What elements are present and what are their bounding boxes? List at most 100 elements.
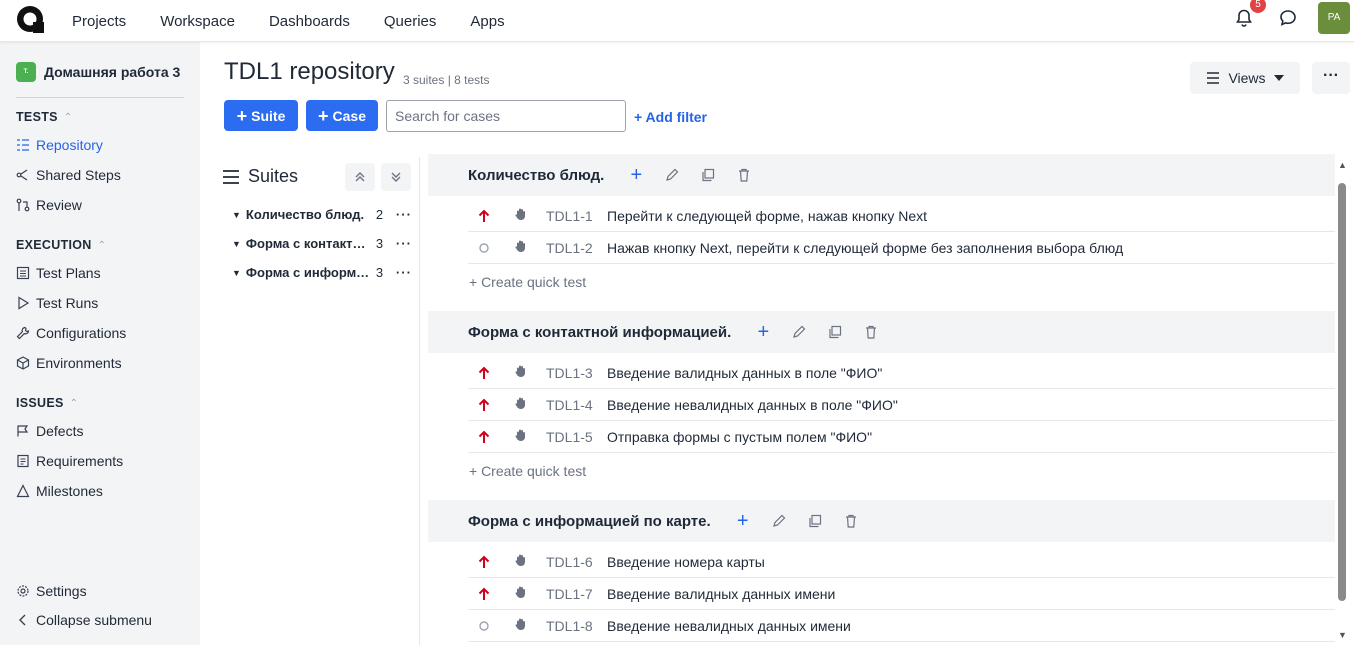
execution-section-header[interactable]: EXECUTION ⌃ (16, 238, 106, 252)
suite-tree-item[interactable]: ▼ Количество блюд. 2 ··· (232, 207, 412, 222)
project-name: Домашняя работа 3 (44, 64, 181, 80)
hand-icon (504, 364, 546, 381)
case-id: TDL1-6 (546, 553, 593, 570)
avatar[interactable]: PA (1318, 2, 1350, 34)
top-bar: Projects Workspace Dashboards Queries Ap… (0, 0, 1354, 42)
suite-name: Форма с контактной информацией. (468, 323, 732, 341)
suite-header: Форма с информацией по карте. + (428, 500, 1335, 542)
scroll-down-arrow[interactable]: ▼ (1338, 630, 1347, 640)
search-input[interactable] (386, 100, 626, 132)
sidebar-item-milestones[interactable]: Milestones (16, 483, 103, 499)
sidebar-item-requirements[interactable]: Requirements (16, 453, 123, 469)
sidebar-item-shared-steps[interactable]: Shared Steps (16, 167, 121, 183)
sidebar-item-test-runs[interactable]: Test Runs (16, 295, 98, 311)
sidebar-item-label: Test Runs (36, 295, 99, 311)
menu-icon (223, 169, 239, 184)
trash-icon[interactable] (853, 322, 889, 342)
panel-divider (419, 157, 420, 645)
case-row[interactable]: TDL1-6 Введение номера карты (468, 546, 1335, 578)
sidebar-item-settings[interactable]: Settings (16, 583, 87, 599)
case-row[interactable]: TDL1-4 Введение невалидных данных в поле… (468, 389, 1335, 421)
nav-apps[interactable]: Apps (470, 13, 504, 30)
case-row[interactable]: TDL1-7 Введение валидных данных имени (468, 578, 1335, 610)
sidebar-item-label: Requirements (36, 453, 124, 469)
hand-icon (504, 553, 546, 570)
sidebar-item-label: Configurations (36, 325, 127, 341)
expand-all-button[interactable] (381, 163, 411, 191)
sidebar-item-label: Collapse submenu (36, 612, 152, 628)
more-icon[interactable]: ··· (396, 265, 412, 280)
case-title: Введение валидных данных в поле "ФИО" (607, 364, 883, 381)
sidebar-item-configurations[interactable]: Configurations (16, 325, 126, 341)
chat-icon[interactable] (1278, 8, 1298, 28)
edit-icon[interactable] (654, 165, 690, 185)
create-quick-test-link[interactable]: + Create quick test (469, 463, 586, 479)
copy-icon[interactable] (690, 165, 726, 185)
sidebar-item-test-plans[interactable]: Test Plans (16, 265, 101, 281)
hand-icon (504, 207, 546, 224)
more-icon[interactable]: ··· (396, 207, 412, 222)
case-row[interactable]: TDL1-2 Нажав кнопку Next, перейти к след… (468, 232, 1335, 264)
sidebar-item-label: Settings (36, 583, 87, 599)
case-id: TDL1-4 (546, 396, 593, 413)
add-suite-button[interactable]: + Suite (224, 100, 298, 131)
suite-tree-item[interactable]: ▼ Форма с контактной информацией. 3 ··· (232, 236, 412, 251)
requirements-icon (17, 454, 29, 468)
case-id: TDL1-3 (546, 364, 593, 381)
add-filter-link[interactable]: + Add filter (634, 109, 707, 125)
add-case-icon[interactable]: + (725, 510, 761, 532)
create-quick-test-link[interactable]: + Create quick test (469, 274, 586, 290)
caret-down-icon[interactable]: ▼ (232, 239, 241, 249)
views-button[interactable]: Views (1190, 62, 1300, 94)
scrollbar-thumb[interactable] (1338, 183, 1346, 601)
nav-dashboards[interactable]: Dashboards (269, 13, 350, 30)
bell-icon[interactable] (1234, 8, 1254, 28)
case-title: Перейти к следующей форме, нажав кнопку … (607, 207, 928, 224)
add-suite-label: Suite (251, 107, 286, 124)
copy-icon[interactable] (797, 511, 833, 531)
nav-projects[interactable]: Projects (72, 13, 126, 30)
add-case-icon[interactable]: + (618, 164, 654, 186)
nav-queries[interactable]: Queries (384, 13, 437, 30)
edit-icon[interactable] (781, 322, 817, 342)
scroll-up-arrow[interactable]: ▲ (1338, 160, 1347, 170)
suites-panel-header: Suites (222, 166, 298, 187)
nav-workspace[interactable]: Workspace (160, 13, 235, 30)
project-selector[interactable]: T. Домашняя работа 3 (16, 62, 180, 82)
tests-section-header[interactable]: TESTS ⌃ (16, 110, 72, 124)
case-row[interactable]: TDL1-1 Перейти к следующей форме, нажав … (468, 200, 1335, 232)
review-icon (16, 198, 30, 212)
more-options-button[interactable]: ··· (1312, 62, 1350, 94)
case-row[interactable]: TDL1-3 Введение валидных данных в поле "… (468, 357, 1335, 389)
caret-down-icon[interactable]: ▼ (232, 268, 241, 278)
collapse-all-button[interactable] (345, 163, 375, 191)
sidebar-item-repository[interactable]: Repository (16, 137, 103, 153)
collapse-submenu-button[interactable]: Collapse submenu (16, 612, 152, 628)
sidebar-item-label: Repository (36, 137, 103, 153)
execution-section-label: EXECUTION (16, 238, 92, 252)
trash-icon[interactable] (726, 165, 762, 185)
suite-tree-item[interactable]: ▼ Форма с информацией по карте. 3 ··· (232, 265, 412, 280)
sidebar-item-defects[interactable]: Defects (16, 423, 83, 439)
hand-icon (504, 239, 546, 256)
copy-icon[interactable] (817, 322, 853, 342)
case-row[interactable]: TDL1-5 Отправка формы с пустым полем "ФИ… (468, 421, 1335, 453)
case-row[interactable]: TDL1-8 Введение невалидных данных имени (468, 610, 1335, 642)
sidebar-item-label: Test Plans (36, 265, 101, 281)
edit-icon[interactable] (761, 511, 797, 531)
more-icon[interactable]: ··· (396, 236, 412, 251)
add-case-button[interactable]: + Case (306, 100, 378, 131)
case-title: Введение валидных данных имени (607, 585, 836, 602)
suite-tree-count: 3 (375, 236, 384, 251)
trash-icon[interactable] (833, 511, 869, 531)
repository-icon (17, 139, 29, 151)
caret-down-icon[interactable]: ▼ (232, 210, 241, 220)
test-plans-icon (16, 266, 30, 280)
app-logo[interactable] (16, 5, 44, 33)
hand-icon (504, 396, 546, 413)
sidebar-item-environments[interactable]: Environments (16, 355, 122, 371)
issues-section-header[interactable]: ISSUES ⌃ (16, 396, 78, 410)
divider (16, 97, 184, 98)
sidebar-item-review[interactable]: Review (16, 197, 82, 213)
add-case-icon[interactable]: + (745, 321, 781, 343)
